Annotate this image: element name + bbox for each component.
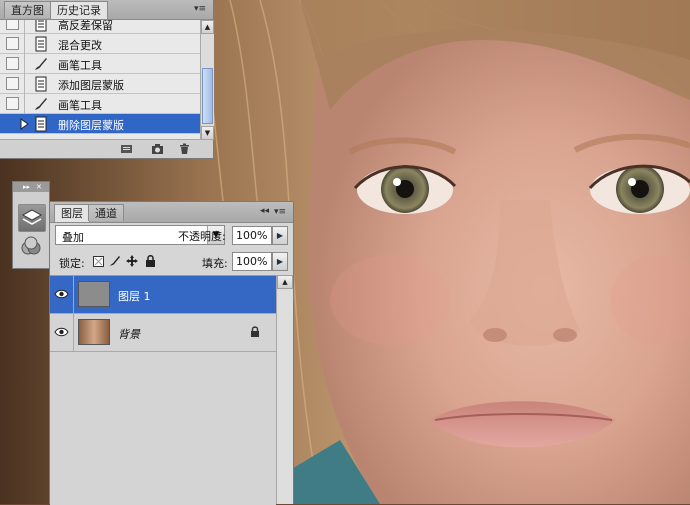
- tab-channels[interactable]: 通道: [88, 204, 124, 221]
- lock-image-brush-icon[interactable]: [109, 255, 121, 267]
- history-item-selected[interactable]: 删除图层蒙版: [0, 114, 200, 134]
- new-document-from-state-icon[interactable]: [120, 143, 133, 155]
- history-item[interactable]: 混合更改: [0, 34, 200, 54]
- trash-icon[interactable]: [178, 143, 191, 155]
- layers-panel-button[interactable]: [18, 204, 46, 232]
- layer-row-selected[interactable]: 图层 1: [50, 276, 276, 314]
- layer-row[interactable]: 背景: [50, 314, 276, 352]
- layers-icon: [21, 209, 43, 225]
- visibility-toggle[interactable]: [50, 276, 74, 313]
- snapshot-source-checkbox[interactable]: [6, 57, 19, 70]
- lock-label: 锁定:: [59, 257, 85, 270]
- lock-position-move-icon[interactable]: [126, 255, 138, 267]
- snapshot-source-checkbox[interactable]: [6, 37, 19, 50]
- snapshot-source-checkbox[interactable]: [6, 97, 19, 110]
- panel-menu-icon[interactable]: ▾≡: [271, 206, 289, 218]
- document-icon: [35, 116, 47, 132]
- history-footer: [0, 139, 213, 158]
- visibility-toggle[interactable]: [50, 314, 74, 351]
- close-icon[interactable]: ✕: [36, 183, 42, 191]
- layer-thumbnail[interactable]: [78, 281, 110, 307]
- history-panel: 直方图 历史记录 ▾≡ 高反差保留 混合更改 画笔工具 添加图层蒙版 画笔工具 …: [0, 0, 214, 159]
- layer-name[interactable]: 图层 1: [118, 288, 151, 304]
- layers-list: 图层 1 背景: [50, 275, 276, 505]
- opacity-input[interactable]: 100%: [232, 226, 272, 245]
- dock-header[interactable]: ▸▸ ✕: [13, 182, 49, 192]
- history-scrollbar[interactable]: ▲ ▼: [200, 20, 214, 140]
- document-icon: [35, 76, 47, 92]
- tab-history[interactable]: 历史记录: [50, 1, 108, 19]
- history-item-label: 画笔工具: [58, 59, 102, 72]
- fill-slider-button[interactable]: ▶: [272, 252, 288, 271]
- lock-transparent-icon[interactable]: [93, 256, 104, 267]
- tab-histogram[interactable]: 直方图: [4, 1, 51, 18]
- history-item[interactable]: 高反差保留: [0, 20, 200, 34]
- eye-icon: [54, 327, 69, 337]
- scroll-up-arrow-icon[interactable]: ▲: [201, 20, 214, 34]
- tab-layers[interactable]: 图层: [54, 204, 90, 222]
- channels-panel-button[interactable]: [18, 234, 46, 262]
- fill-input[interactable]: 100%: [232, 252, 272, 271]
- history-item[interactable]: 添加图层蒙版: [0, 74, 200, 94]
- layers-panel: 图层 通道 ◂◂ ▾≡ 叠加 ▼ 不透明度: 100% ▶ 锁定: 填充: 10…: [49, 201, 294, 505]
- lock-all-icon[interactable]: [145, 255, 156, 267]
- history-list: 高反差保留 混合更改 画笔工具 添加图层蒙版 画笔工具 删除图层蒙版: [0, 20, 200, 140]
- snapshot-source-checkbox[interactable]: [6, 77, 19, 90]
- history-item-label: 画笔工具: [58, 99, 102, 112]
- brush-icon: [35, 58, 47, 70]
- opacity-slider-button[interactable]: ▶: [272, 226, 288, 245]
- document-icon: [35, 36, 47, 52]
- layer-name[interactable]: 背景: [118, 326, 140, 342]
- layers-scrollbar[interactable]: ▲: [276, 275, 293, 504]
- tools-dock: ▸▸ ✕: [12, 181, 50, 269]
- fill-label: 填充:: [202, 257, 228, 270]
- history-item-label: 添加图层蒙版: [58, 79, 124, 92]
- history-item[interactable]: 画笔工具: [0, 94, 200, 114]
- scroll-up-arrow-icon[interactable]: ▲: [277, 275, 293, 289]
- opacity-label: 不透明度:: [178, 230, 226, 243]
- blend-mode-value: 叠加: [62, 231, 84, 244]
- brush-icon: [35, 98, 47, 110]
- collapse-icon[interactable]: ▸▸: [23, 183, 30, 191]
- eye-icon: [54, 289, 69, 299]
- history-item-label: 混合更改: [58, 39, 102, 52]
- history-item-label: 高反差保留: [58, 20, 113, 32]
- lock-icon: [251, 326, 259, 337]
- scrollbar-thumb[interactable]: [202, 68, 213, 124]
- snapshot-source-checkbox[interactable]: [6, 117, 19, 130]
- history-tabstrip: 直方图 历史记录 ▾≡: [0, 0, 213, 20]
- snapshot-source-checkbox[interactable]: [6, 20, 19, 30]
- panel-menu-icon[interactable]: ▾≡: [191, 3, 209, 15]
- camera-icon[interactable]: [151, 143, 164, 155]
- layers-tabstrip: 图层 通道 ◂◂ ▾≡: [50, 202, 293, 223]
- history-state-slider-icon[interactable]: [20, 118, 29, 130]
- scroll-down-arrow-icon[interactable]: ▼: [201, 126, 214, 140]
- layer-thumbnail[interactable]: [78, 319, 110, 345]
- collapse-icon[interactable]: ◂◂: [260, 206, 269, 216]
- history-item-label: 删除图层蒙版: [58, 119, 124, 132]
- document-icon: [35, 20, 47, 32]
- channels-icon: [21, 236, 41, 255]
- history-item[interactable]: 画笔工具: [0, 54, 200, 74]
